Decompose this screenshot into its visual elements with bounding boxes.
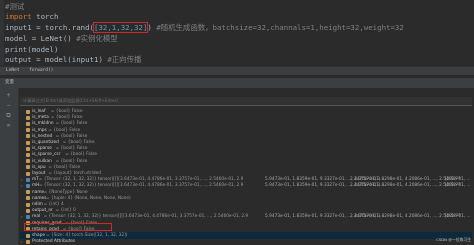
field-icon — [26, 165, 30, 170]
breadcrumb-class[interactable]: LeNet — [3, 67, 23, 75]
evaluate-expression-input[interactable]: 计算表达式(Enter)或添加监视(Ctrl+Shift+Enter) — [20, 97, 472, 106]
expand-arrow-icon[interactable]: › — [21, 238, 23, 245]
field-icon — [26, 134, 30, 139]
code-editor[interactable]: #测试 import torch input1 = torch.rand([32… — [0, 0, 474, 65]
code-comment: #实例化模型 — [76, 34, 118, 43]
shape-highlight-box — [24, 223, 112, 231]
code-line-5[interactable]: print(model) — [5, 45, 58, 55]
code-text: model = LeNet() — [5, 34, 72, 43]
variables-panel-header: 变量 — [0, 78, 474, 88]
evaluate-placeholder: 计算表达式(Enter)或添加监视(Ctrl+Shift+Enter) — [23, 98, 118, 103]
remove-watch-icon[interactable]: − — [5, 102, 12, 109]
field-icon — [26, 159, 30, 164]
glasses-icon[interactable]: ∞ — [5, 122, 12, 129]
field-icon — [26, 121, 30, 126]
field-icon — [26, 152, 30, 157]
editor-gutter — [0, 0, 4, 65]
field-icon — [26, 128, 30, 133]
tensor-icon — [26, 214, 30, 219]
variable-row[interactable]: › Protected Attributes — [20, 238, 472, 245]
field-icon — [26, 109, 30, 114]
field-icon — [26, 208, 30, 213]
field-icon — [26, 146, 30, 151]
code-text: output = model(input1) — [5, 55, 103, 64]
debug-side-toolbar: + − ⧉ ∞ — [0, 88, 19, 245]
code-comment: #正向传播 — [107, 55, 142, 64]
breadcrumb-method[interactable]: forward() — [26, 67, 56, 75]
tensor-icon — [26, 183, 30, 188]
field-icon — [26, 171, 30, 176]
watermark: CSDN @一位练习生 — [436, 237, 471, 242]
field-icon — [26, 140, 30, 145]
add-watch-icon[interactable]: + — [5, 92, 12, 99]
code-text: torch — [31, 12, 59, 21]
code-comment: #测试 — [5, 2, 25, 11]
tensor-icon — [26, 177, 30, 182]
code-comment: #随机生成函数，batchsize=32,channals=1,height=3… — [156, 23, 404, 32]
field-icon — [26, 190, 30, 195]
field-icon — [26, 115, 30, 120]
field-icon — [26, 196, 30, 201]
code-text: ) — [147, 23, 152, 32]
code-line-6[interactable]: output = model(input1) #正向传播 — [5, 55, 141, 65]
panel-title: 变量 — [5, 80, 14, 85]
code-text: input1 = torch.rand( — [5, 23, 94, 32]
tensor-shape-highlight: [32,1,32,32] — [92, 22, 149, 33]
code-text: print(model) — [5, 45, 59, 54]
code-line-1[interactable]: #测试 — [5, 2, 24, 12]
variable-name: Protected Attributes — [32, 239, 76, 245]
code-line-4[interactable]: model = LeNet() #实例化模型 — [5, 34, 118, 44]
code-line-3[interactable]: input1 = torch.rand([32,1,32,32]) #随机生成函… — [5, 22, 404, 33]
copy-icon[interactable]: ⧉ — [5, 112, 12, 119]
field-icon — [26, 202, 30, 207]
field-icon — [26, 239, 30, 244]
field-icon — [26, 233, 30, 238]
code-keyword: import — [5, 12, 32, 21]
code-line-2[interactable]: import torch — [5, 12, 58, 22]
